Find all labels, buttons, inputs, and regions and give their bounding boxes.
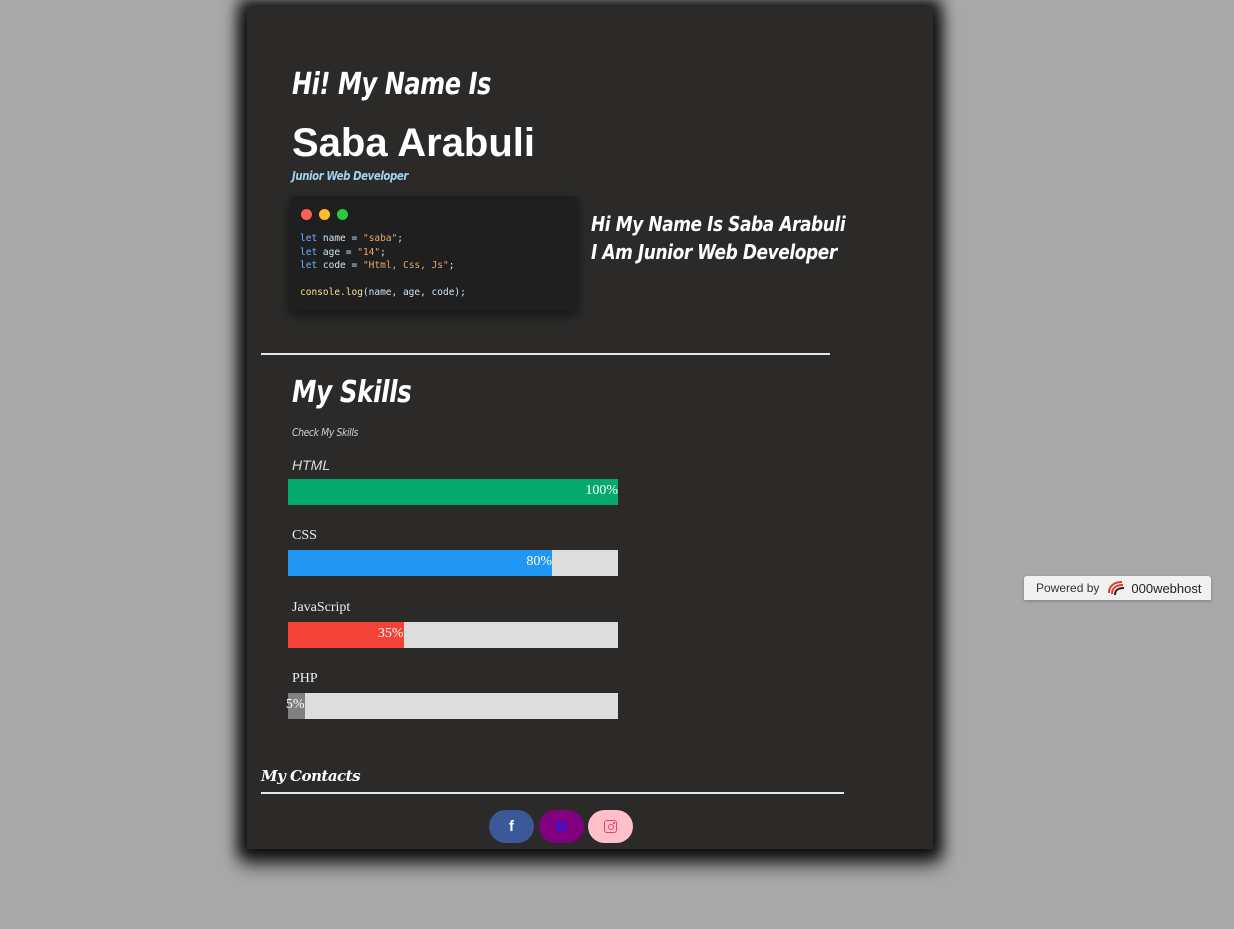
skills-subtitle: Check My Skills <box>292 426 358 439</box>
intro-line-1: Hi My Name Is Saba Arabuli <box>591 212 846 236</box>
powered-by-badge[interactable]: Powered by 000webhost <box>1024 576 1211 600</box>
skill-fill-css: 80% <box>288 550 552 576</box>
skill-bar-php: 5% <box>285 693 618 719</box>
section-divider <box>261 353 830 355</box>
greeting-heading: Hi! My Name Is <box>292 67 492 102</box>
skill-percent-php: 5% <box>285 697 305 712</box>
window-minimize-dot-icon <box>319 209 330 220</box>
code-window: let name = "saba"; let age = "14"; let c… <box>289 196 578 311</box>
name-heading: Saba Arabuli <box>292 121 536 165</box>
window-close-dot-icon <box>301 209 312 220</box>
contacts-divider <box>261 792 844 794</box>
skill-label-php: PHP <box>292 671 318 686</box>
skill-fill-php: 5% <box>285 693 305 719</box>
code-line-3: let code = "Html, Css, Js"; <box>300 260 455 272</box>
skill-bar-html: 100% <box>288 479 618 505</box>
window-maximize-dot-icon <box>337 209 348 220</box>
skill-bar-css: 80% <box>288 550 618 576</box>
instagram-icon <box>604 820 617 833</box>
skill-label-javascript: JavaScript <box>292 600 351 615</box>
facebook-icon: f <box>509 818 514 835</box>
role-subtitle: Junior Web Developer <box>292 169 408 183</box>
skill-label-html: HTML <box>292 457 331 473</box>
skill-label-css: CSS <box>292 528 317 543</box>
skill-percent-css: 80% <box>526 554 552 569</box>
skill-bar-javascript: 35% <box>288 622 618 648</box>
code-snippet: let name = "saba"; let age = "14"; let c… <box>300 232 466 300</box>
skill-percent-html: 100% <box>585 483 618 498</box>
skill-fill-javascript: 35% <box>288 622 404 648</box>
skill-fill-html: 100% <box>288 479 618 505</box>
host-name: 000webhost <box>1131 580 1202 596</box>
instagram-link-button[interactable] <box>588 810 633 843</box>
intro-line-2: I Am Junior Web Developer <box>591 240 837 264</box>
google-icon: G <box>555 818 568 835</box>
intro-text: Hi My Name Is Saba Arabuli I Am Junior W… <box>591 210 846 266</box>
code-line-log: console.log(name, age, code); <box>300 287 466 299</box>
skill-percent-javascript: 35% <box>377 626 404 641</box>
code-line-2: let age = "14"; <box>300 246 386 258</box>
portfolio-card: Hi! My Name Is Saba Arabuli Junior Web D… <box>247 7 933 849</box>
contacts-title: My Contacts <box>261 767 361 785</box>
powered-by-text: Powered by <box>1036 581 1100 595</box>
skills-title: My Skills <box>292 375 412 410</box>
google-link-button[interactable]: G <box>539 810 584 843</box>
host-logo-icon <box>1106 580 1126 596</box>
code-line-1: let name = "saba"; <box>300 233 403 244</box>
facebook-link-button[interactable]: f <box>489 810 534 843</box>
